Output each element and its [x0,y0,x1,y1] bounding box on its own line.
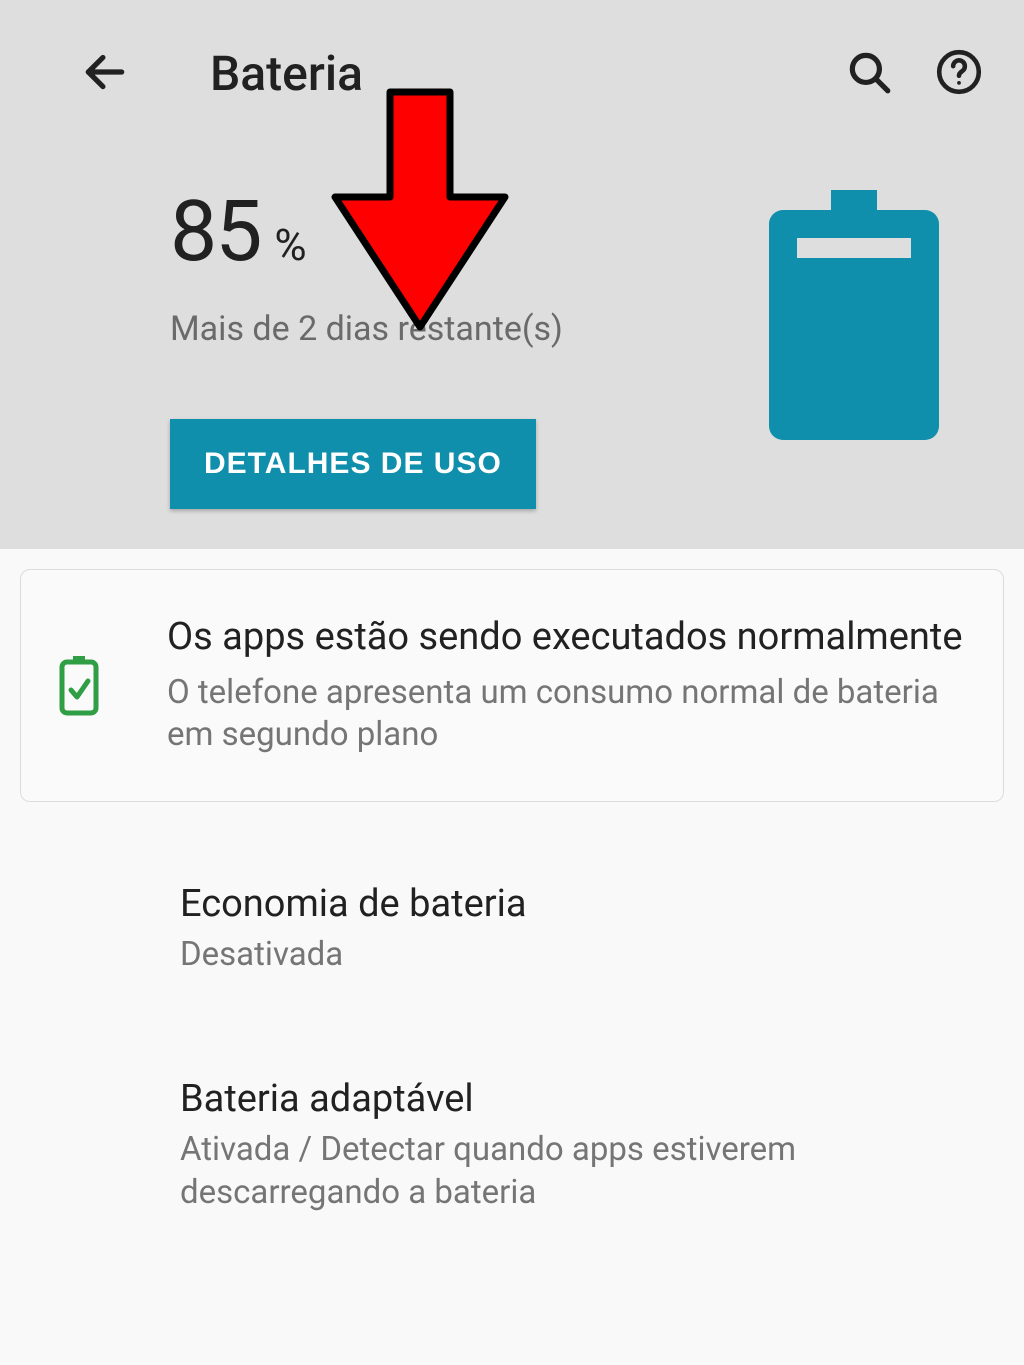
setting-battery-saver[interactable]: Economia de bateria Desativada [20,842,1004,997]
setting-title: Economia de bateria [180,882,976,926]
search-button[interactable] [844,47,894,101]
apps-status-card[interactable]: Os apps estão sendo executados normalmen… [20,569,1004,802]
battery-ok-icon [59,656,99,716]
status-icon-container [49,656,167,716]
status-title: Os apps estão sendo executados normalmen… [167,614,975,662]
battery-summary: 85 % Mais de 2 dias restante(s) DETALHES… [0,132,1024,519]
battery-icon-container [724,182,984,509]
battery-percent-value: 85 [170,182,260,281]
header-panel: Bateria 85 % Mais de 2 dias restante(s) … [0,0,1024,549]
status-subtitle: O telefone apresenta um consumo normal d… [167,672,975,758]
page-title: Bateria [210,45,804,102]
search-icon [844,47,894,97]
topbar: Bateria [0,0,1024,132]
content-area: Os apps estão sendo executados normalmen… [0,549,1024,1255]
setting-adaptive-battery[interactable]: Bateria adaptável Ativada / Detectar qua… [20,1037,1004,1235]
setting-subtitle: Desativada [180,934,976,977]
usage-details-button[interactable]: DETALHES DE USO [170,419,536,509]
battery-summary-text: 85 % Mais de 2 dias restante(s) DETALHES… [170,182,724,509]
battery-percentage: 85 % [170,182,724,281]
setting-subtitle: Ativada / Detectar quando apps estiverem… [180,1129,976,1215]
back-arrow-icon [80,47,130,97]
help-icon [934,47,984,97]
battery-icon [769,190,939,440]
battery-percent-sign: % [274,219,306,271]
battery-remaining-text: Mais de 2 dias restante(s) [170,309,724,349]
setting-title: Bateria adaptável [180,1077,976,1121]
help-button[interactable] [934,47,984,101]
back-button[interactable] [80,47,130,101]
